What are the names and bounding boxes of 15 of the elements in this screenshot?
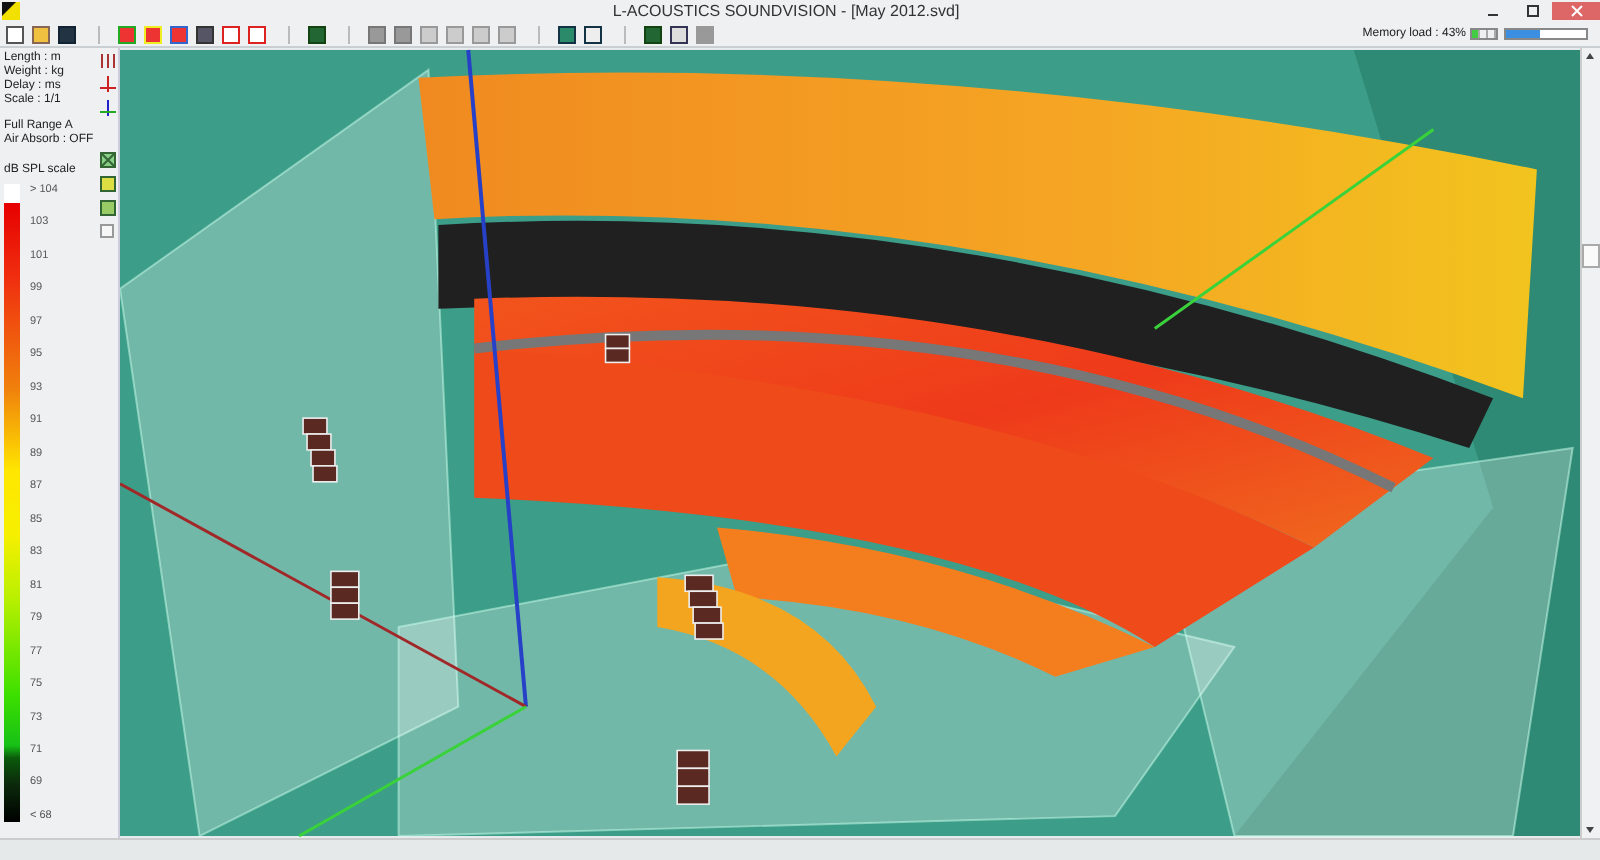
speaker-array-drawing bbox=[675, 749, 710, 805]
speaker-array-drawing bbox=[301, 417, 338, 483]
panel-toggle-button[interactable] bbox=[100, 224, 115, 238]
vertical-scrollbar[interactable] bbox=[1580, 48, 1600, 838]
maximize-icon bbox=[1525, 4, 1539, 18]
memory-blocks-meter bbox=[1470, 28, 1498, 40]
square-icon[interactable] bbox=[392, 23, 414, 45]
close-icon bbox=[1569, 4, 1583, 18]
window-title: L-ACOUSTICS SOUNDVISION - [May 2012.svd] bbox=[610, 2, 962, 20]
scrollbar-thumb[interactable] bbox=[1582, 244, 1600, 268]
speaker-array-drawing bbox=[683, 574, 724, 640]
speaker-array-drawing bbox=[604, 333, 630, 364]
app-logo-icon bbox=[2, 2, 20, 20]
square-icon[interactable] bbox=[366, 23, 388, 45]
speaker-array-drawing bbox=[329, 570, 360, 620]
